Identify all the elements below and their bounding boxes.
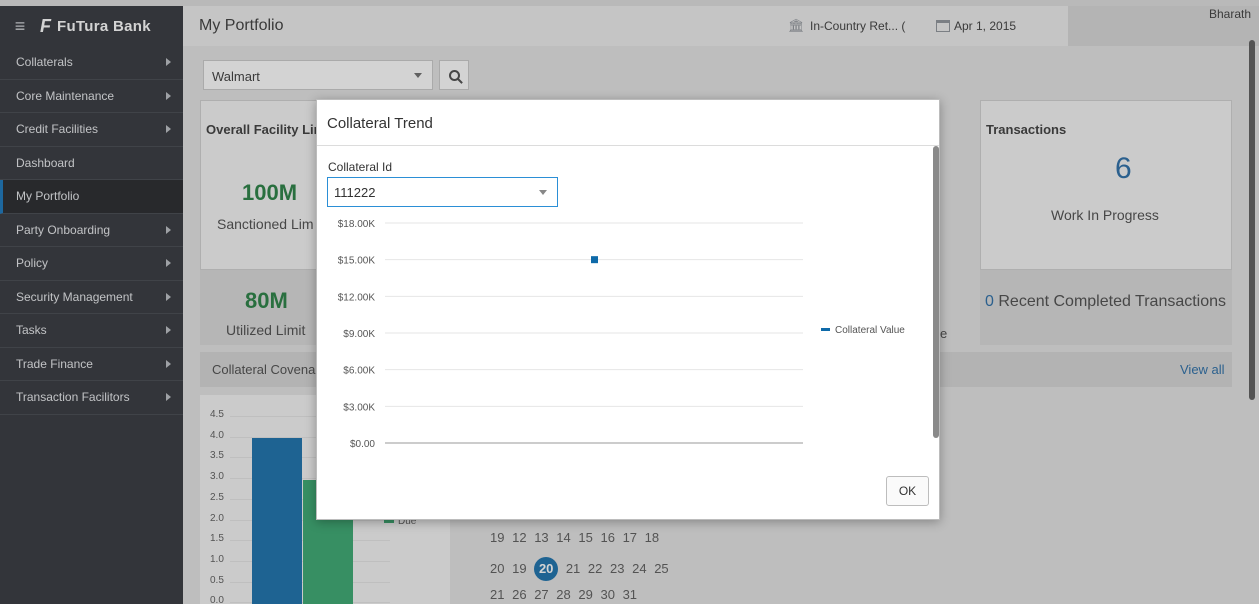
- y-tick-label: $12.00K: [338, 292, 376, 303]
- collateral-id-select[interactable]: 111222: [327, 177, 558, 207]
- y-tick-label: $0.00: [350, 439, 375, 450]
- chevron-down-icon: [539, 190, 547, 195]
- dialog-scrollbar[interactable]: [931, 146, 941, 442]
- collateral-id-value: 111222: [334, 185, 376, 200]
- collateral-id-label: Collateral Id: [328, 160, 393, 174]
- ok-button[interactable]: OK: [886, 476, 929, 506]
- y-tick-label: $3.00K: [343, 402, 375, 413]
- dialog-scrollbar-thumb[interactable]: [933, 146, 939, 438]
- legend-swatch: [821, 328, 830, 331]
- y-tick-label: $6.00K: [343, 366, 375, 377]
- collateral-trend-chart: $18.00K $15.00K $12.00K $9.00K $6.00K $3.00K $…: [338, 219, 906, 450]
- legend-label: Collateral Value: [835, 325, 905, 336]
- y-tick-label: $9.00K: [343, 329, 375, 340]
- dialog-header: Collateral Trend: [317, 100, 939, 146]
- dialog-title: Collateral Trend: [327, 115, 433, 132]
- y-tick-label: $18.00K: [338, 219, 376, 230]
- data-point[interactable]: [591, 256, 598, 264]
- collateral-trend-dialog: Collateral Trend Collateral Id 111222 $1…: [316, 99, 940, 520]
- y-tick-label: $15.00K: [338, 256, 376, 267]
